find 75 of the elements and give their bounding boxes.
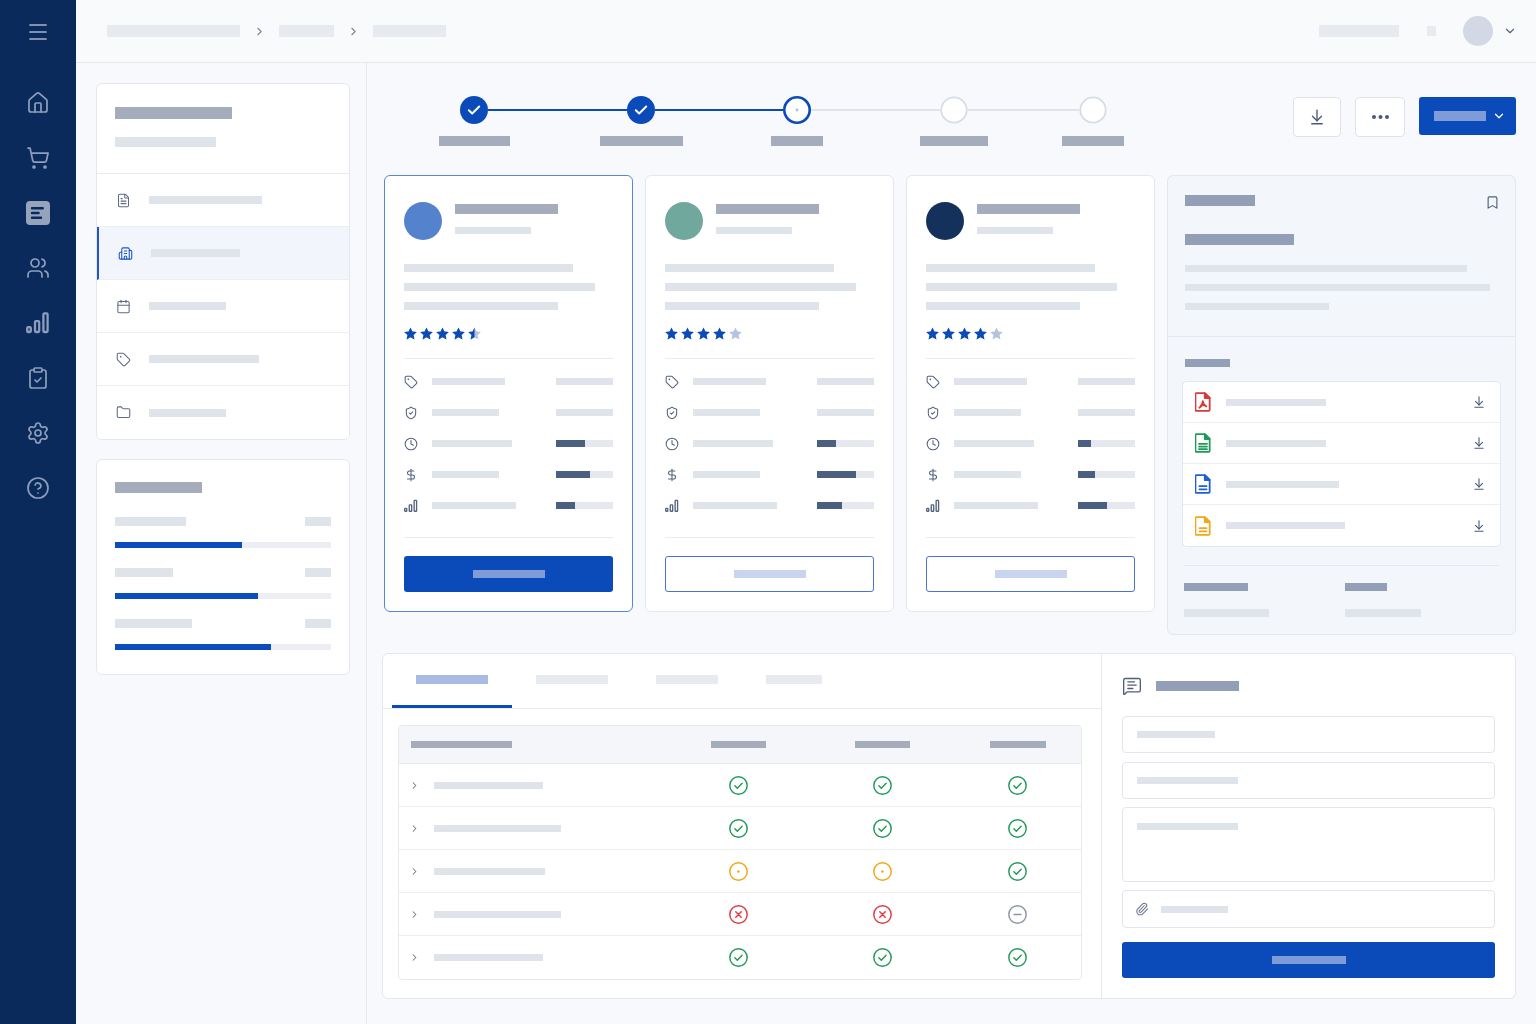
tag-icon: [116, 351, 131, 367]
settings-icon[interactable]: [26, 421, 50, 445]
comment-icon: [1122, 676, 1142, 696]
input-field[interactable]: [1122, 716, 1495, 753]
star-icon: [665, 327, 678, 340]
paperclip-icon: [1135, 902, 1149, 916]
folder-icon: [116, 405, 131, 420]
download-icon[interactable]: [1472, 477, 1486, 491]
download-button[interactable]: [1293, 97, 1341, 137]
input-field[interactable]: [1122, 762, 1495, 799]
home-icon[interactable]: [26, 91, 50, 115]
placeholder-heading: [1185, 195, 1255, 206]
download-icon[interactable]: [1472, 395, 1486, 409]
download-icon[interactable]: [1472, 436, 1486, 450]
placeholder-heading: [1184, 583, 1248, 591]
star-icon: [420, 327, 433, 340]
placeholder-heading: [771, 136, 823, 146]
placeholder-heading: [1062, 136, 1124, 146]
bar-chart-icon[interactable]: [26, 311, 50, 335]
tag-icon: [926, 374, 940, 389]
clock-icon: [926, 436, 940, 451]
card-button[interactable]: [665, 556, 874, 592]
star-icon: [729, 327, 742, 340]
placeholder-heading: [854, 741, 910, 748]
bar-chart-icon: [926, 498, 940, 513]
attachment-field[interactable]: [1122, 890, 1495, 928]
star-icon: [958, 327, 971, 340]
star-icon: [926, 327, 939, 340]
shield-check-icon: [665, 405, 679, 420]
card-button[interactable]: [926, 556, 1135, 592]
bookmark-icon[interactable]: [1485, 195, 1500, 210]
cart-icon[interactable]: [26, 146, 50, 170]
dropdown-button[interactable]: [1419, 97, 1516, 135]
star-icon: [436, 327, 449, 340]
textarea-field[interactable]: [1122, 807, 1495, 882]
placeholder-heading: [710, 741, 766, 748]
placeholder-heading: [438, 136, 510, 146]
placeholder-heading: [1185, 359, 1230, 367]
dollar-icon: [665, 467, 679, 482]
tag-icon: [665, 374, 679, 389]
more-icon: [1371, 115, 1389, 119]
users-icon[interactable]: [26, 256, 50, 280]
star-icon: [697, 327, 710, 340]
star-icon: [942, 327, 955, 340]
star-icon: [974, 327, 987, 340]
clock-icon: [665, 436, 679, 451]
star-icon: [990, 327, 1003, 340]
card-button[interactable]: [404, 556, 613, 592]
bar-chart-icon: [665, 498, 679, 513]
shield-check-icon: [926, 405, 940, 420]
document-icon: [116, 192, 131, 208]
help-icon[interactable]: [26, 476, 50, 500]
star-icon: [713, 327, 726, 340]
dollar-icon: [926, 467, 940, 482]
placeholder-heading: [989, 741, 1046, 748]
placeholder-heading: [920, 136, 988, 146]
calendar-icon: [116, 298, 131, 314]
star-icon: [468, 327, 481, 340]
option-card[interactable]: [384, 175, 633, 612]
document-icon[interactable]: [26, 201, 50, 225]
submit-button[interactable]: [1122, 942, 1495, 978]
clipboard-check-icon[interactable]: [26, 366, 50, 390]
building-icon: [118, 245, 133, 261]
star-icon: [404, 327, 417, 340]
star-icon: [452, 327, 465, 340]
bar-chart-icon: [404, 498, 418, 513]
more-button[interactable]: [1355, 97, 1405, 137]
star-icon: [681, 327, 694, 340]
clock-icon: [404, 436, 418, 451]
shield-check-icon: [404, 405, 418, 420]
placeholder-heading: [1344, 583, 1387, 591]
download-icon[interactable]: [1472, 518, 1486, 533]
download-icon: [1308, 108, 1326, 126]
dollar-icon: [404, 467, 418, 482]
tag-icon: [404, 374, 418, 389]
